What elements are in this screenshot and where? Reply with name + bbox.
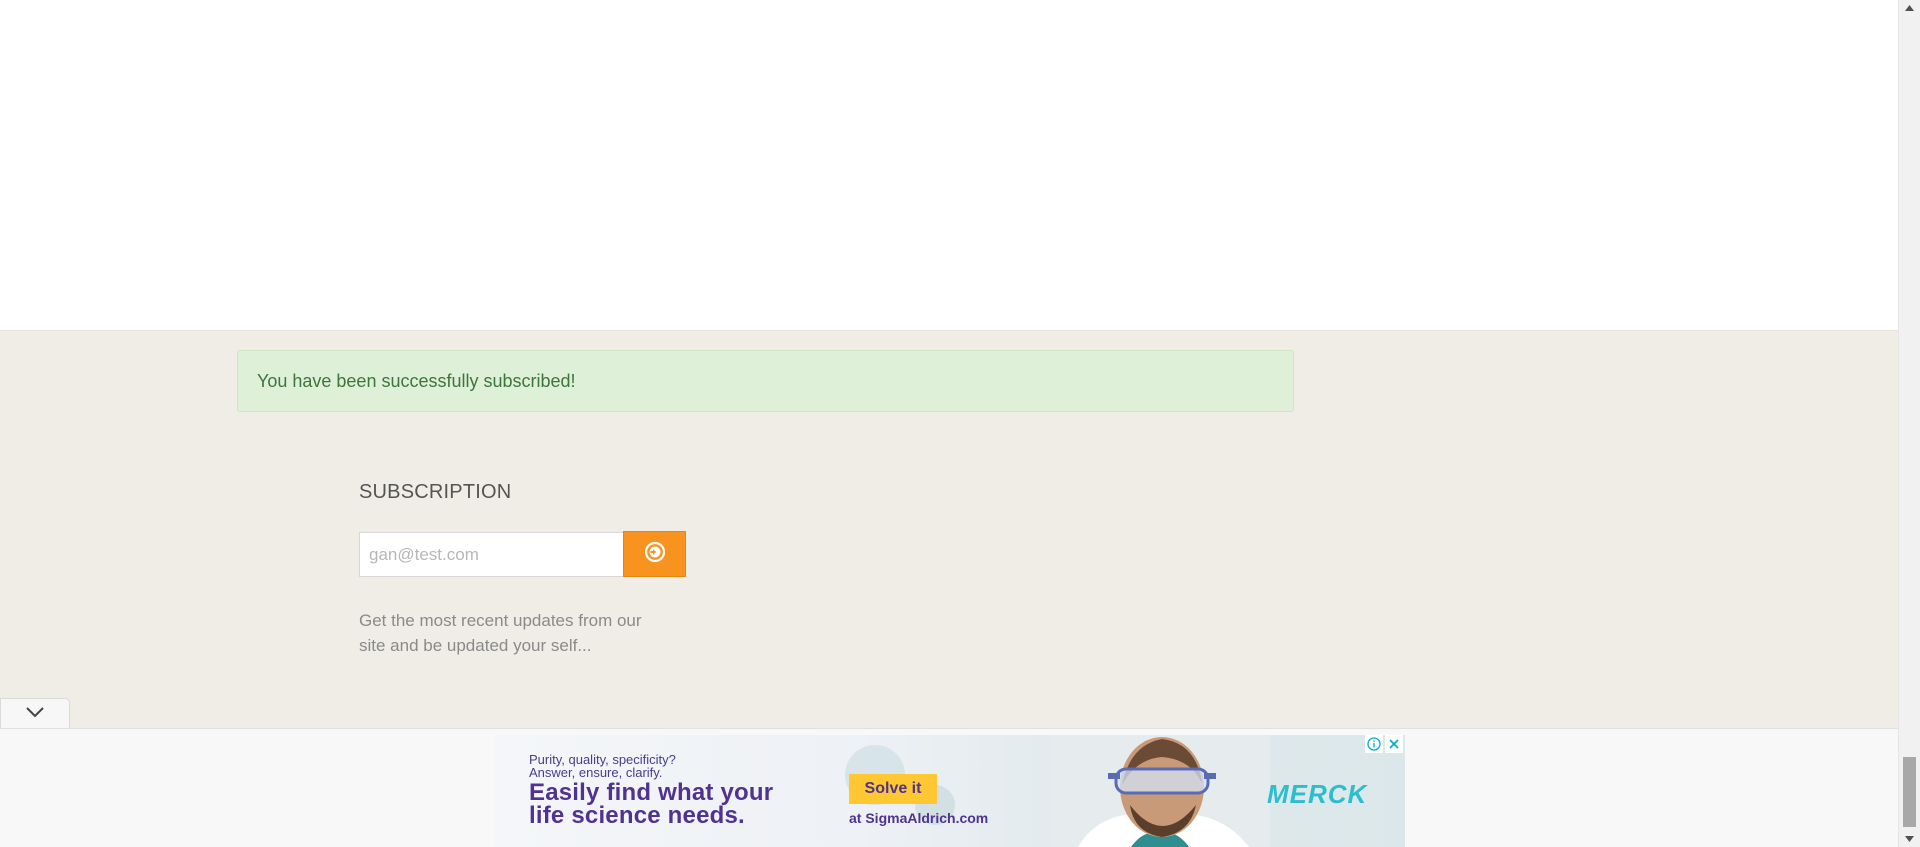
close-icon[interactable] bbox=[1385, 735, 1403, 753]
ad-headline-line1: Easily find what your bbox=[529, 779, 774, 806]
ad-collapse-toggle[interactable] bbox=[0, 698, 70, 728]
ad-tagline: Purity, quality, specificity? Answer, en… bbox=[529, 753, 676, 779]
ad-brand-logo: MERCK bbox=[1267, 779, 1368, 809]
ad-tagline-line2: Answer, ensure, clarify. bbox=[529, 765, 663, 780]
chevron-down-icon bbox=[25, 705, 45, 723]
success-alert: You have been successfully subscribed! bbox=[237, 350, 1294, 412]
ad-headline-line2: life science needs. bbox=[529, 802, 745, 829]
subscribe-button[interactable] bbox=[623, 531, 686, 577]
ad-cta-button[interactable]: Solve it bbox=[849, 774, 937, 804]
page-blank-area bbox=[0, 0, 1898, 330]
footer-divider bbox=[0, 330, 1898, 331]
subscription-title: SUBSCRIPTION bbox=[359, 481, 512, 503]
scrollbar-thumb[interactable] bbox=[1903, 757, 1916, 827]
ad-headline: Easily find what your life science needs… bbox=[529, 779, 774, 829]
advertisement-banner[interactable]: Purity, quality, specificity? Answer, en… bbox=[495, 735, 1405, 847]
success-alert-message: You have been successfully subscribed! bbox=[257, 371, 576, 391]
subscription-description: Get the most recent updates from our sit… bbox=[359, 611, 642, 655]
scroll-up-arrow-icon[interactable] bbox=[1899, 0, 1920, 16]
vertical-scrollbar[interactable] bbox=[1898, 0, 1920, 847]
scroll-down-arrow-icon[interactable] bbox=[1899, 831, 1920, 847]
info-icon[interactable] bbox=[1365, 735, 1383, 753]
ad-site-label: at SigmaAldrich.com bbox=[849, 810, 989, 826]
subscription-email-input[interactable] bbox=[359, 532, 624, 577]
ad-scientist-image bbox=[1050, 735, 1270, 847]
arrow-circle-right-icon bbox=[644, 541, 666, 568]
